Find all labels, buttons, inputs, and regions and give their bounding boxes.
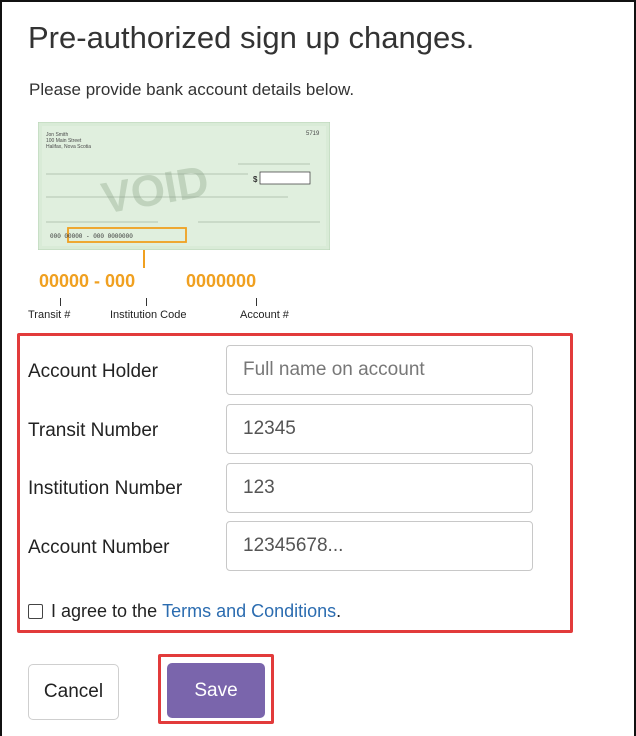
terms-suffix: . <box>336 601 342 621</box>
account-holder-input[interactable]: Full name on account <box>226 345 533 395</box>
transit-tick <box>60 298 61 306</box>
cheque-micr-line: 000 00000 - 000 0000000 <box>50 233 133 240</box>
sample-cheque-image: Jon Smith 100 Main Street Halifax, Nova … <box>38 122 330 250</box>
account-number-input[interactable]: 12345678... <box>226 521 533 571</box>
terms-checkbox[interactable] <box>28 604 43 619</box>
cheque-number: 5719 <box>306 131 320 137</box>
cancel-button[interactable]: Cancel <box>28 664 119 720</box>
transit-number-label: Transit Number <box>28 420 159 441</box>
account-tick <box>256 298 257 306</box>
account-holder-label: Account Holder <box>28 361 158 382</box>
save-button[interactable]: Save <box>167 663 265 718</box>
account-digits: 0000000 <box>186 271 257 291</box>
cheque-connector <box>143 250 145 268</box>
institution-number-label: Institution Number <box>28 478 183 499</box>
page-title: Pre-authorized sign up changes. <box>28 20 475 55</box>
terms-prefix: I agree to the <box>51 601 163 621</box>
terms-link[interactable]: Terms and Conditions <box>162 601 336 622</box>
account-number-label: Account Number <box>28 537 170 558</box>
transit-label: Transit # <box>28 309 71 321</box>
institution-number-input[interactable]: 123 <box>226 463 533 513</box>
cheque-name-line3: Halifax, Nova Scotia <box>46 144 91 150</box>
institution-tick <box>146 298 147 306</box>
account-label: Account # <box>240 309 289 321</box>
transit-digits: 00000 - 000 <box>39 271 136 291</box>
svg-text:$: $ <box>253 175 258 184</box>
institution-label: Institution Code <box>110 309 187 321</box>
transit-number-input[interactable]: 12345 <box>226 404 533 454</box>
page-subtitle: Please provide bank account details belo… <box>29 80 355 99</box>
terms-agreement: I agree to the Terms and Conditions . <box>28 601 341 622</box>
